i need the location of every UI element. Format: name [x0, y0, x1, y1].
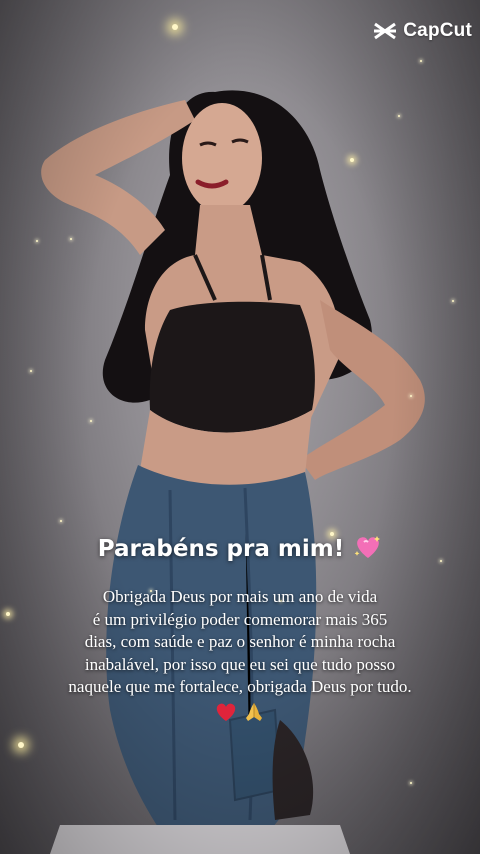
caption-title-text: Parabéns pra mim!	[97, 536, 345, 562]
sparkling-heart-icon	[354, 536, 381, 558]
sparkle-icon	[70, 238, 72, 240]
sparkle-icon	[18, 742, 24, 748]
capcut-logo-icon	[374, 22, 397, 40]
sparkle-icon	[6, 612, 10, 616]
caption-title: Parabéns pra mim!	[0, 534, 480, 562]
sparkle-icon	[172, 24, 178, 30]
sparkle-icon	[36, 240, 38, 242]
sparkle-icon	[398, 115, 400, 117]
sparkle-icon	[30, 370, 32, 372]
emoji-row	[20, 701, 460, 723]
message-line: naquele que me fortalece, obrigada Deus …	[68, 677, 412, 696]
red-heart-icon	[216, 703, 236, 721]
sparkle-icon	[410, 782, 412, 784]
sparkle-icon	[60, 520, 62, 522]
portrait-photo	[41, 90, 425, 854]
sparkle-icon	[350, 158, 354, 162]
capcut-logo: CapCut	[373, 20, 472, 42]
message-line: inabalável, por isso que eu sei que tudo…	[84, 654, 396, 674]
sparkle-icon	[452, 300, 454, 302]
message-line: Obrigada Deus por mais um ano de vida	[102, 587, 378, 606]
sparkle-icon	[410, 395, 412, 397]
capcut-logo-text: CapCut	[403, 20, 472, 41]
message-line: dias, com saúde e paz o senhor é minha r…	[84, 632, 396, 651]
sparkle-icon	[90, 420, 92, 422]
praying-hands-icon	[246, 702, 262, 721]
sparkle-icon	[420, 60, 422, 62]
caption-message: Obrigada Deus por mais um ano de vida é …	[20, 586, 460, 723]
message-line: é um privilégio poder comemorar mais 365	[92, 609, 388, 629]
story-canvas: CapCut Parabéns pra mim! Obrigada Deus p…	[0, 0, 480, 854]
